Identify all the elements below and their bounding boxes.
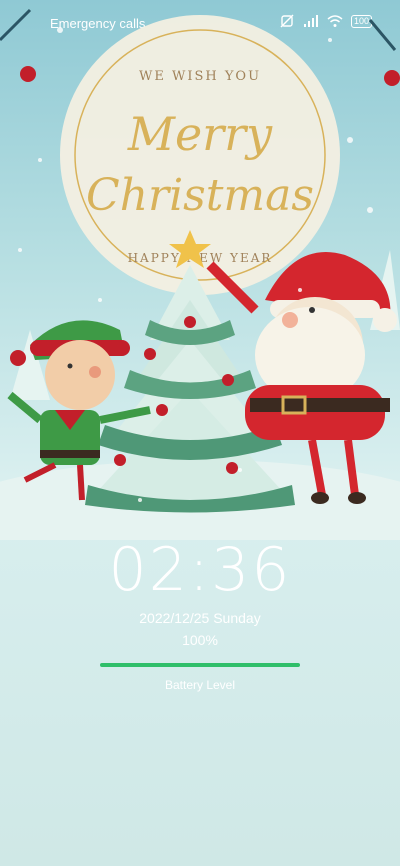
battery-level-label: Battery Level <box>164 678 236 692</box>
ornament-right <box>384 70 400 86</box>
moon-script-line2: Christmas <box>86 170 314 221</box>
date-display: 2022/12/25 Sunday <box>139 610 261 626</box>
time-display: 02:36 <box>108 535 292 605</box>
moon-script-line1: Merry <box>127 107 273 161</box>
ornament-left <box>20 66 36 82</box>
battery-progress-bar <box>100 663 300 667</box>
battery-progress-fill <box>100 663 300 667</box>
christmas-wallpaper: WE WISH YOU Merry Christmas HAPPY NEW YE… <box>0 8 400 540</box>
battery-percent: 100% <box>182 632 218 648</box>
moon-top-text: WE WISH YOU <box>139 69 261 84</box>
